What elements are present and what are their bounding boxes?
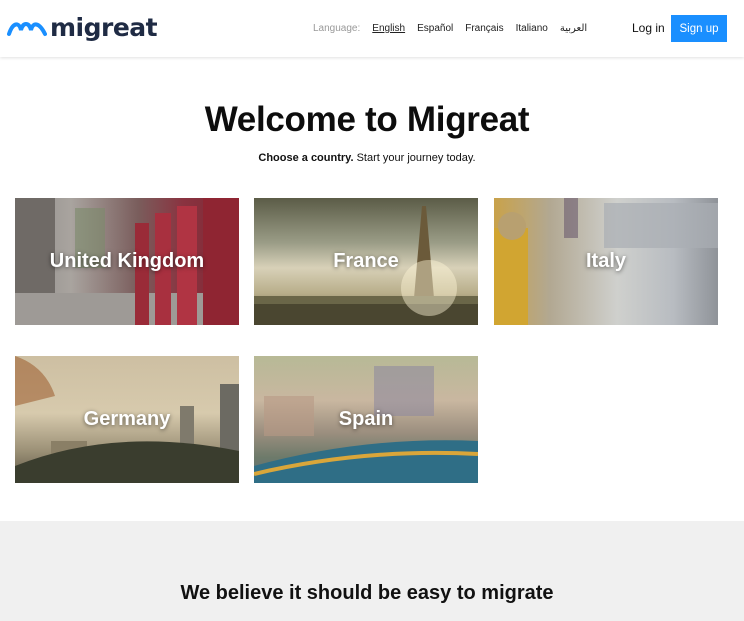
language-label: Language: <box>313 23 361 34</box>
country-label: France <box>333 250 399 272</box>
band-title: We believe it should be easy to migrate <box>180 582 554 604</box>
country-card-spain[interactable]: Spain <box>254 356 478 483</box>
country-card-united-kingdom[interactable]: United Kingdom <box>15 198 239 325</box>
country-label: Germany <box>83 408 171 430</box>
language-option-espanol[interactable]: Español <box>417 23 453 34</box>
logo-text: migreat <box>50 13 158 42</box>
wave-logo-icon <box>7 22 47 36</box>
language-option-italiano[interactable]: Italiano <box>516 23 548 34</box>
country-label: Spain <box>338 408 394 430</box>
language-option-english[interactable]: English <box>372 23 405 34</box>
signup-button[interactable]: Sign up <box>671 15 727 42</box>
login-link[interactable]: Log in <box>632 21 665 35</box>
language-option-arabic[interactable]: العربية <box>560 23 587 34</box>
subtitle-emphasis: Choose a country. <box>258 152 354 164</box>
country-label: Italy <box>585 250 627 272</box>
page-title: Welcome to Migreat <box>204 100 530 139</box>
country-card-france[interactable]: France <box>254 198 478 325</box>
language-option-francais[interactable]: Français <box>465 23 503 34</box>
country-card-germany[interactable]: Germany <box>15 356 239 483</box>
page-subtitle: Choose a country. Start your journey tod… <box>0 152 734 164</box>
info-band <box>0 521 744 621</box>
subtitle-text: Start your journey today. <box>353 152 476 164</box>
top-navbar: migreat Language: English Español França… <box>0 0 744 57</box>
language-switcher: Language: English Español Français Itali… <box>313 23 599 34</box>
country-label: United Kingdom <box>49 250 205 272</box>
country-card-italy[interactable]: Italy <box>494 198 718 325</box>
logo[interactable]: migreat <box>7 12 158 44</box>
